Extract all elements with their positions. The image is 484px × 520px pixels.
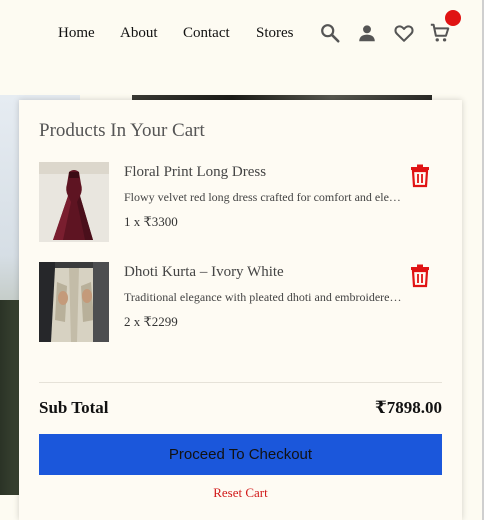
delete-item-icon[interactable] — [409, 164, 431, 188]
product-image-kurta — [39, 262, 109, 342]
cart-panel: Products In Your Cart Floral Print Long … — [19, 100, 462, 520]
subtotal-value: ₹7898.00 — [374, 398, 442, 417]
delete-item-icon[interactable] — [409, 264, 431, 288]
item-quantity-price: 1 x ₹3300 — [124, 214, 178, 229]
top-navbar: Home About Contact Stores — [0, 0, 484, 70]
item-quantity-price: 2 x ₹2299 — [124, 314, 178, 329]
reset-cart-button[interactable]: Reset Cart — [19, 485, 462, 501]
nav-link-home[interactable]: Home — [58, 25, 95, 42]
cart-item: Dhoti Kurta – Ivory White Traditional el… — [39, 262, 444, 342]
user-icon[interactable] — [356, 22, 378, 44]
cart-item: Floral Print Long Dress Flowy velvet red… — [39, 162, 444, 242]
search-icon[interactable] — [319, 22, 341, 44]
item-description: Flowy velvet red long dress crafted for … — [124, 190, 404, 204]
divider — [39, 382, 442, 383]
heart-icon[interactable] — [393, 22, 415, 44]
item-name[interactable]: Floral Print Long Dress — [124, 164, 266, 181]
item-description: Traditional elegance with pleated dhoti … — [124, 290, 404, 304]
nav-link-stores[interactable]: Stores — [256, 25, 294, 42]
product-image-dress — [39, 162, 109, 242]
proceed-to-checkout-button[interactable]: Proceed To Checkout — [39, 434, 442, 475]
item-name[interactable]: Dhoti Kurta – Ivory White — [124, 264, 284, 281]
cart-title: Products In Your Cart — [39, 120, 205, 141]
nav-link-contact[interactable]: Contact — [183, 25, 230, 42]
cart-icon[interactable] — [429, 22, 451, 44]
cart-count-badge — [445, 10, 461, 26]
nav-link-about[interactable]: About — [120, 25, 158, 42]
subtotal-label: Sub Total — [39, 398, 109, 417]
